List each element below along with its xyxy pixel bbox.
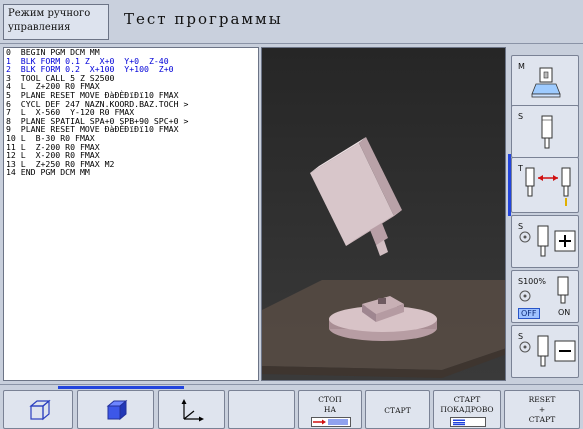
spindle-m-icon: [531, 67, 561, 98]
program-line[interactable]: 14 END PGM DCM MM: [4, 168, 258, 177]
program-listing[interactable]: 0 BEGIN PGM DCM MM 1 BLK FORM 0.1 Z X+0 …: [3, 47, 259, 381]
horizontal-softkey-bar: СТОП НА СТАРТ СТАРТ ПОКАДРОВО RESET + СТ…: [0, 384, 583, 429]
start-block-label-2: ПОКАДРОВО: [440, 405, 494, 414]
softkey-spindle-override[interactable]: S100% OFF ON: [511, 270, 579, 323]
tool-change-icon: [525, 167, 571, 206]
screen-title: Тест программы: [124, 10, 283, 28]
simulation-view: [262, 48, 505, 380]
s-label: S: [518, 112, 524, 121]
start-label: СТАРТ: [384, 406, 411, 415]
single-block-icon: [450, 417, 486, 427]
stop-label-1: СТОП: [318, 395, 342, 404]
minus-icon: [554, 340, 576, 362]
spindle-icon: [557, 276, 569, 304]
reset-label-1: RESET: [528, 395, 556, 404]
override-off-toggle[interactable]: OFF: [518, 308, 540, 319]
spindle-icon: [537, 225, 549, 257]
start-block-label-1: СТАРТ: [453, 395, 481, 404]
m-label: M: [518, 62, 525, 71]
spindle-rotation-icon: [519, 341, 531, 353]
softkey-stop-at[interactable]: СТОП НА: [298, 390, 362, 429]
softkey-s-function[interactable]: S: [511, 105, 579, 158]
reset-label-3: СТАРТ: [528, 415, 556, 424]
simulation-graphics: [261, 47, 506, 381]
header-bar: Режим ручного управления Тест программы: [0, 0, 583, 44]
softkey-wireframe-view[interactable]: [3, 390, 73, 429]
softkey-axis-view[interactable]: [158, 390, 225, 429]
softkey-empty[interactable]: [228, 390, 295, 429]
wireframe-cube-icon: [29, 399, 51, 421]
softkey-reset-start[interactable]: RESET + СТАРТ: [504, 390, 580, 429]
mode-line-1: Режим ручного: [8, 8, 91, 19]
override-on-toggle[interactable]: ON: [558, 308, 570, 317]
softkey-start-single-block[interactable]: СТАРТ ПОКАДРОВО: [433, 390, 501, 429]
softkey-start[interactable]: СТАРТ: [365, 390, 430, 429]
softkey-solid-view[interactable]: [77, 390, 154, 429]
mode-line-2: управления: [8, 22, 71, 33]
softkey-selection-indicator: [58, 386, 184, 389]
axis-icon: [181, 399, 204, 422]
softkey-spindle-minus[interactable]: S: [511, 325, 579, 378]
vertical-softkey-bar: M S T S S100% OFF ON S: [508, 47, 583, 403]
softkey-m-function[interactable]: M: [511, 55, 579, 108]
spindle-rotation-icon: [519, 290, 531, 302]
spindle-rotation-icon: [519, 231, 531, 243]
stop-label-2: НА: [323, 405, 337, 414]
solid-cube-icon: [106, 399, 128, 421]
override-label: S100%: [518, 277, 546, 286]
spindle-s-icon: [541, 115, 553, 149]
stop-at-icon: [311, 417, 351, 427]
spindle-icon: [537, 335, 549, 367]
reset-label-2: +: [538, 405, 546, 414]
softkey-tool-change[interactable]: T: [511, 157, 579, 213]
plus-icon: [554, 230, 576, 252]
softkey-spindle-plus[interactable]: S: [511, 215, 579, 268]
operating-mode-box: Режим ручного управления: [3, 4, 109, 40]
